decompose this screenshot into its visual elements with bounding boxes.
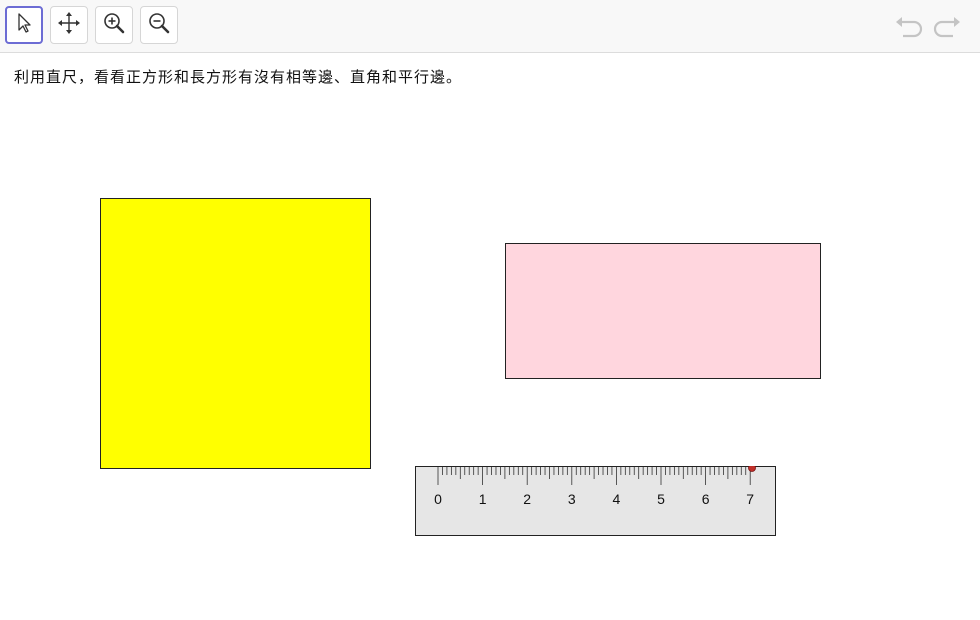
arrow-pointer-icon [13, 12, 35, 38]
redo-icon [932, 17, 962, 44]
ruler-label: 5 [657, 491, 665, 507]
move-tool-button[interactable] [5, 6, 43, 44]
zoom-out-button[interactable] [140, 6, 178, 44]
ruler-label: 2 [523, 491, 531, 507]
undo-icon [894, 17, 924, 44]
zoom-in-button[interactable] [95, 6, 133, 44]
undo-button[interactable] [894, 14, 924, 40]
ruler-label: 6 [702, 491, 710, 507]
instruction-text: 利用直尺，看看正方形和長方形有沒有相等邊、直角和平行邊。 [14, 68, 463, 86]
ruler-rotate-handle[interactable] [748, 464, 756, 472]
ruler-label: 0 [434, 491, 442, 507]
redo-button[interactable] [932, 14, 962, 40]
toolbar [0, 0, 980, 53]
ruler-label: 7 [746, 491, 754, 507]
ruler[interactable]: 0 1 2 3 4 5 6 7 [415, 464, 776, 536]
zoom-in-icon [102, 11, 126, 39]
ruler-label: 1 [479, 491, 487, 507]
ruler-label: 3 [568, 491, 576, 507]
yellow-square[interactable] [100, 198, 371, 469]
pink-rectangle[interactable] [505, 243, 821, 379]
ruler-body [415, 466, 776, 536]
move-graphics-view-button[interactable] [50, 6, 88, 44]
four-arrows-icon [57, 11, 81, 39]
ruler-label: 4 [613, 491, 621, 507]
zoom-out-icon [147, 11, 171, 39]
